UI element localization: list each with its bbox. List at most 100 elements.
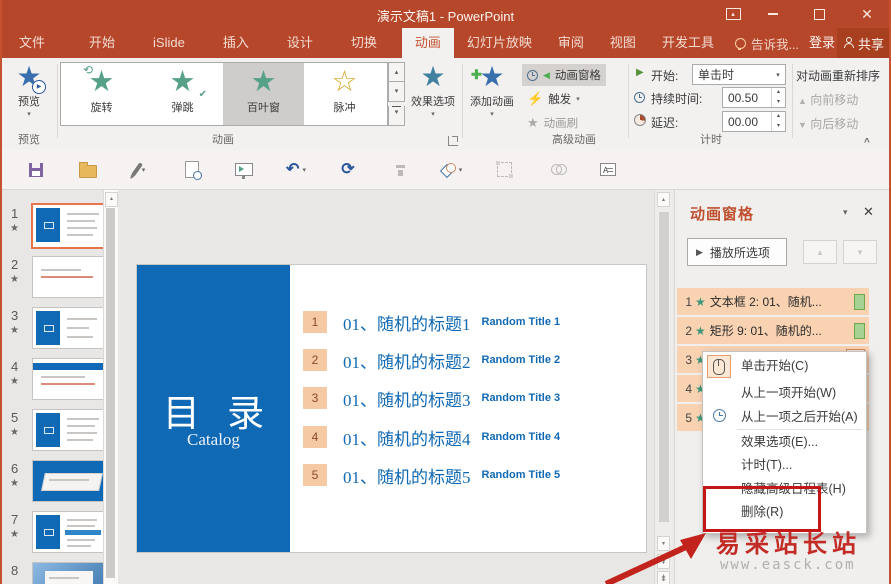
thumbnail-slide-2[interactable]: 2★ xyxy=(2,256,118,304)
redo-button[interactable]: ⟳ xyxy=(322,162,374,178)
menu-start-on-click[interactable]: 单击开始(C) xyxy=(703,354,866,378)
slide-blue-panel[interactable]: 目 录 Catalog xyxy=(137,265,290,552)
tab-review[interactable]: 审阅 xyxy=(545,28,597,58)
delay-clock-icon xyxy=(634,114,646,126)
scrollbar-thumb[interactable] xyxy=(659,212,669,522)
close-button[interactable]: ✕ xyxy=(850,0,884,28)
save-button[interactable] xyxy=(10,163,62,177)
pulse-star-icon: ☆ xyxy=(304,67,385,98)
scroll-up-button[interactable]: ▴ xyxy=(657,192,670,207)
thumbnail-preview-8[interactable] xyxy=(32,562,104,584)
timeline-bar[interactable] xyxy=(854,323,865,339)
thumbnail-scrollbar-thumb[interactable] xyxy=(106,208,115,578)
animation-bounce[interactable]: ★ ✔ 弹跳 xyxy=(142,63,223,125)
animation-item-2[interactable]: 2 ★ 矩形 9: 01、随机的... xyxy=(677,317,869,344)
tell-me-box[interactable]: 告诉我... xyxy=(735,34,799,53)
menu-effect-options[interactable]: 效果选项(E)... xyxy=(703,430,866,454)
animation-item-1[interactable]: 1 ★ 文本框 2: 01、随机... xyxy=(677,288,869,315)
menu-start-with-previous[interactable]: 从上一项开始(W) xyxy=(703,381,866,405)
thumbnail-slide-5[interactable]: 5★ xyxy=(2,409,118,457)
delay-spinner[interactable]: 00.00 ▴▾ xyxy=(722,111,786,132)
thumbnail-preview-5[interactable] xyxy=(32,409,104,451)
duration-spinner[interactable]: 00.50 ▴▾ xyxy=(722,87,786,108)
thumbnail-slide-3[interactable]: 3★ xyxy=(2,307,118,355)
tab-animations[interactable]: 动画 xyxy=(402,28,454,58)
align-button-disabled[interactable] xyxy=(374,164,426,176)
thumbnail-slide-1[interactable]: 1★ xyxy=(2,205,118,253)
ribbon-display-options-button[interactable]: ▴ xyxy=(718,0,748,28)
tab-transitions[interactable]: 切换 xyxy=(338,28,390,58)
menu-timing[interactable]: 计时(T)... xyxy=(703,453,866,477)
plus-icon: ✚ xyxy=(471,60,482,90)
thumbnail-slide-8[interactable]: 8 xyxy=(2,562,118,584)
animation-pane-toggle-button[interactable]: ◀ 动画窗格 xyxy=(522,64,606,86)
undo-button[interactable]: ↶▾ xyxy=(270,162,322,178)
preview-button[interactable]: ★▶ 预览 ▾ xyxy=(4,62,54,118)
thumbnail-preview-2[interactable] xyxy=(32,256,104,298)
sign-in-button[interactable]: 登录 xyxy=(809,28,835,58)
delay-spin-arrows[interactable]: ▴▾ xyxy=(771,112,785,131)
catalog-item-2[interactable]: 2 01、随机的标题2 Random Title 2 xyxy=(303,347,560,373)
start-value-dropdown[interactable]: 单击时 ▾ xyxy=(692,64,786,85)
tab-design[interactable]: 设计 xyxy=(274,28,326,58)
animation-spin[interactable]: ⟲ ★ 旋转 xyxy=(61,63,142,125)
animation-star-icon: ★ xyxy=(10,223,19,234)
thumbnail-preview-4[interactable] xyxy=(32,358,104,400)
catalog-item-3[interactable]: 3 01、随机的标题3 Random Title 3 xyxy=(303,385,560,411)
thumbnail-preview-7[interactable] xyxy=(32,511,104,553)
merge-shapes-button-disabled[interactable] xyxy=(530,164,582,175)
trigger-button[interactable]: ⚡ 触发 ▾ xyxy=(522,88,585,110)
start-slideshow-button[interactable] xyxy=(218,163,270,176)
catalog-item-4[interactable]: 4 01、随机的标题4 Random Title 4 xyxy=(303,424,560,450)
pane-move-up-button[interactable]: ▲ xyxy=(803,240,837,264)
play-selected-button[interactable]: ▶ 播放所选项 xyxy=(687,238,787,266)
thumbnail-slide-4[interactable]: 4★ xyxy=(2,358,118,406)
restore-button[interactable] xyxy=(804,0,834,28)
effect-options-button[interactable]: ★ 效果选项 ▾ xyxy=(404,62,462,118)
tab-developer[interactable]: 开发工具 xyxy=(649,28,727,58)
animation-dialog-launcher-icon[interactable] xyxy=(448,136,458,146)
ink-pointer-button[interactable]: ▾ xyxy=(114,162,166,177)
pane-close-icon[interactable]: ✕ xyxy=(863,204,874,220)
gallery-scroll-up-button[interactable]: ▴ xyxy=(388,62,405,82)
pane-move-down-button[interactable]: ▼ xyxy=(843,240,877,264)
move-later-button[interactable]: ▼ 向后移动 xyxy=(798,115,858,132)
timeline-bar[interactable] xyxy=(854,294,865,310)
lightbulb-icon xyxy=(735,38,746,49)
gallery-scroll-down-button[interactable]: ▾ xyxy=(388,82,405,102)
current-slide[interactable]: 目 录 Catalog 1 01、随机的标题1 Random Title 1 2… xyxy=(137,265,646,552)
menu-start-after-previous[interactable]: 从上一项之后开始(A) xyxy=(703,405,866,429)
minimize-button[interactable] xyxy=(758,0,788,28)
group-label-timing: 计时 xyxy=(632,131,790,147)
pane-menu-caret-icon[interactable]: ▾ xyxy=(843,207,848,218)
thumbnail-preview-1[interactable] xyxy=(31,203,106,249)
share-button[interactable]: 共享 xyxy=(837,28,891,58)
group-button-disabled[interactable] xyxy=(478,162,530,177)
tab-islide[interactable]: iSlide xyxy=(140,28,198,58)
print-preview-button[interactable] xyxy=(166,161,218,178)
add-animation-button[interactable]: ✚★ 添加动画 ▾ xyxy=(466,62,518,118)
thumbnail-slide-7[interactable]: 7★ xyxy=(2,511,118,559)
tab-home[interactable]: 开始 xyxy=(76,28,128,58)
tab-view[interactable]: 视图 xyxy=(597,28,649,58)
thumbnail-scrollbar[interactable]: ▴ xyxy=(103,190,118,584)
thumbnail-preview-6[interactable] xyxy=(32,460,104,502)
shapes-button[interactable]: ▾ xyxy=(426,163,478,176)
move-earlier-button[interactable]: ▲ 向前移动 xyxy=(798,91,858,108)
open-button[interactable] xyxy=(62,162,114,178)
animation-pulse[interactable]: ☆ 脉冲 xyxy=(304,63,385,125)
thumbnail-slide-6[interactable]: 6★ xyxy=(2,460,118,508)
text-box-button[interactable]: A xyxy=(582,163,634,176)
undo-icon: ↶ xyxy=(286,162,299,178)
duration-spin-arrows[interactable]: ▴▾ xyxy=(771,88,785,107)
collapse-ribbon-icon[interactable]: ^ xyxy=(864,137,870,148)
catalog-item-1[interactable]: 1 01、随机的标题1 Random Title 1 xyxy=(303,309,560,335)
gallery-more-button[interactable]: ▾ xyxy=(388,106,405,126)
thumbnail-scroll-up-icon[interactable]: ▴ xyxy=(105,192,118,207)
thumbnail-preview-3[interactable] xyxy=(32,307,104,349)
tab-insert[interactable]: 插入 xyxy=(210,28,262,58)
tab-file[interactable]: 文件 xyxy=(6,28,58,58)
animation-blinds-selected[interactable]: ★ 百叶窗 xyxy=(223,63,304,125)
catalog-item-5[interactable]: 5 01、随机的标题5 Random Title 5 xyxy=(303,462,560,488)
tab-slideshow[interactable]: 幻灯片放映 xyxy=(454,28,545,58)
